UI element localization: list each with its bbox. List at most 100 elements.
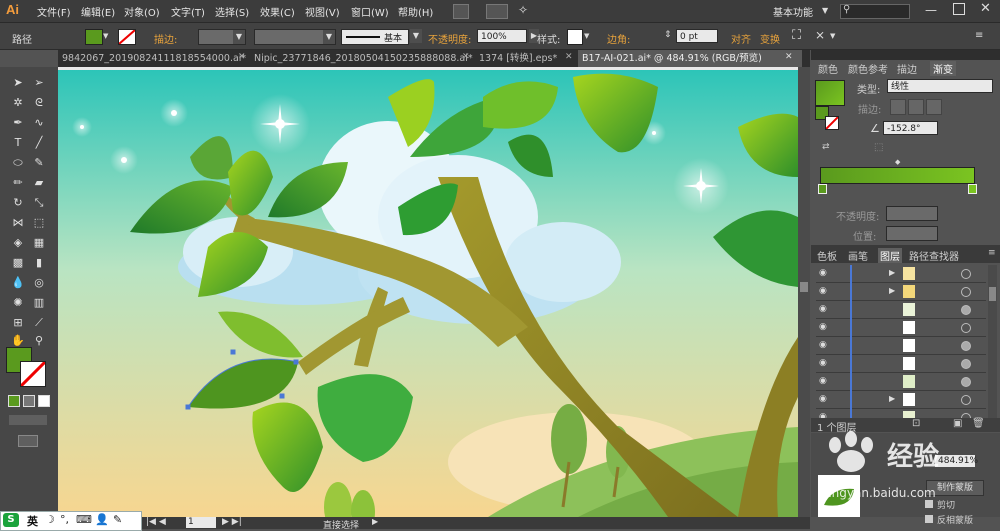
tab-brushes[interactable]: 画笔 — [848, 248, 868, 263]
layer-row[interactable]: ◉ — [816, 301, 986, 319]
variable-width-dropdown[interactable]: ▼ — [254, 29, 336, 45]
mesh-icon[interactable]: ▩ — [10, 256, 26, 270]
selection-tool-icon[interactable]: ➤ — [10, 76, 26, 90]
close-tab-icon[interactable]: ✕ — [238, 52, 246, 62]
user-icon[interactable]: 👤 — [95, 513, 109, 526]
panel-menu-icon[interactable]: ≡ — [975, 30, 983, 41]
gradient-mode-icon[interactable] — [23, 395, 35, 407]
gradient-stop-end[interactable] — [968, 184, 977, 194]
tab-layers[interactable]: 图层 — [878, 248, 902, 263]
tab-document-active[interactable]: B17-AI-021.ai* @ 484.91% (RGB/预览) — [578, 50, 802, 67]
vertical-scrollbar[interactable] — [798, 67, 810, 517]
gpu-icon[interactable]: ✧ — [518, 3, 528, 17]
stroke-mini-swatch[interactable] — [825, 116, 839, 130]
stroke-gradient-option-icon[interactable] — [926, 99, 942, 115]
tab-document-3[interactable]: 1374 [转换].eps* — [475, 50, 574, 67]
rotate-icon[interactable]: ↻ — [10, 196, 26, 210]
close-tab-icon[interactable]: ✕ — [785, 52, 793, 62]
direct-selection-icon[interactable]: ➢ — [31, 76, 47, 90]
stroke-gradient-option-icon[interactable] — [908, 99, 924, 115]
transform-link[interactable]: 变换 — [760, 31, 780, 46]
none-mode-icon[interactable] — [38, 395, 50, 407]
column-graph-icon[interactable]: ▥ — [31, 296, 47, 310]
opacity-label[interactable]: 不透明度: — [428, 31, 471, 46]
eraser-icon[interactable]: ▰ — [31, 176, 47, 190]
keyboard-icon[interactable]: ⌨ — [76, 513, 92, 526]
stroke-swatch[interactable] — [118, 29, 136, 45]
stroke-gradient-option-icon[interactable] — [890, 99, 906, 115]
layer-row[interactable]: ◉ — [816, 355, 986, 373]
layer-row[interactable]: ◉ — [816, 373, 986, 391]
draw-mode-icon[interactable] — [9, 415, 47, 425]
menu-window[interactable]: 窗口(W) — [351, 4, 389, 19]
tab-document-1[interactable]: 9842067_20190824111818554000.ai* — [58, 50, 246, 67]
pen-icon[interactable]: ✒ — [10, 116, 26, 130]
chevron-down-icon[interactable]: ▼ — [410, 29, 422, 43]
invert-mask-checkbox[interactable] — [925, 515, 933, 523]
hand-icon[interactable]: ✋ — [10, 334, 26, 348]
stroke-color-box[interactable] — [19, 360, 47, 388]
chevron-down-icon[interactable]: ▼ — [830, 32, 835, 40]
artboard-canvas[interactable] — [58, 67, 798, 517]
stepper-icon[interactable]: ⇕ — [664, 30, 672, 40]
layer-row[interactable]: ◉ — [816, 337, 986, 355]
gradient-slider[interactable] — [820, 167, 975, 184]
chevron-down-icon[interactable]: ▼ — [822, 6, 828, 15]
stroke-weight-dropdown[interactable]: ▼ — [198, 29, 246, 45]
layers-scrollbar[interactable] — [988, 265, 997, 425]
menu-effect[interactable]: 效果(C) — [260, 4, 295, 19]
punctuation-icon[interactable]: °, — [60, 513, 69, 526]
slice-icon[interactable]: ⟋ — [31, 316, 47, 330]
maximize-icon[interactable] — [953, 3, 965, 15]
curvature-icon[interactable]: ∿ — [31, 116, 47, 130]
layer-row[interactable]: ◉ ▶ — [816, 391, 986, 409]
menu-object[interactable]: 对象(O) — [124, 4, 160, 19]
gradient-position-field[interactable] — [886, 226, 938, 241]
gradient-angle-field[interactable]: -152.8° — [883, 121, 938, 135]
ime-language-toggle[interactable]: 英 — [27, 513, 38, 529]
next-page-icon[interactable]: ▶ ▶| — [222, 517, 242, 527]
artboard-icon[interactable]: ⊞ — [10, 316, 26, 330]
workspace-switcher[interactable]: 基本功能 — [773, 4, 813, 19]
line-icon[interactable]: ╱ — [31, 136, 47, 150]
gradient-type-select[interactable]: 线性 — [887, 79, 993, 93]
gradient-opacity-field[interactable] — [886, 206, 938, 221]
tab-color-guide[interactable]: 颜色参考 — [848, 61, 888, 76]
arrange-documents-icon[interactable] — [486, 4, 508, 19]
moon-icon[interactable]: ☽ — [45, 513, 55, 526]
zoom-icon[interactable]: ⚲ — [31, 334, 47, 348]
reverse-gradient-icon[interactable]: ⇄ — [822, 142, 830, 152]
perspective-icon[interactable]: ▦ — [31, 236, 47, 250]
eyedropper-icon[interactable]: 💧 — [10, 276, 26, 290]
layer-row[interactable]: ◉ ▶ — [816, 265, 986, 283]
menu-file[interactable]: 文件(F) — [37, 4, 71, 19]
pencil-icon[interactable]: ✏ — [10, 176, 26, 190]
opacity-field[interactable]: 100% — [477, 29, 527, 43]
fill-dropdown-icon[interactable]: ▼ — [103, 32, 108, 40]
scroll-thumb[interactable] — [989, 287, 996, 301]
graphic-style-swatch[interactable] — [567, 29, 583, 45]
menu-edit[interactable]: 编辑(E) — [81, 4, 115, 19]
menu-select[interactable]: 选择(S) — [215, 4, 249, 19]
width-icon[interactable]: ⋈ — [10, 216, 26, 230]
type-icon[interactable]: T — [10, 136, 26, 150]
tab-pathfinder[interactable]: 路径查找器 — [909, 248, 959, 263]
stroke-label[interactable]: 描边: — [154, 31, 177, 46]
layer-row[interactable]: ◉ ▶ — [816, 283, 986, 301]
lasso-icon[interactable]: ᘓ — [31, 96, 47, 110]
gradient-preview[interactable] — [815, 80, 845, 106]
menu-help[interactable]: 帮助(H) — [398, 4, 433, 19]
gradient-icon[interactable]: ▮ — [31, 256, 47, 270]
scale-icon[interactable]: ⤡ — [31, 196, 47, 210]
tab-stroke[interactable]: 描边 — [897, 61, 917, 76]
chevron-down-icon[interactable]: ▼ — [584, 32, 589, 40]
screen-mode-icon[interactable] — [18, 435, 38, 447]
status-menu-icon[interactable]: ▶ — [372, 517, 378, 526]
tab-color[interactable]: 颜色 — [818, 61, 838, 76]
scroll-thumb[interactable] — [800, 282, 808, 292]
close-icon[interactable]: ✕ — [980, 1, 991, 16]
corner-label[interactable]: 边角: — [607, 31, 630, 46]
first-page-icon[interactable]: |◀ ◀ — [146, 517, 166, 527]
color-mode-icon[interactable] — [8, 395, 20, 407]
minimize-icon[interactable]: — — [925, 3, 937, 17]
